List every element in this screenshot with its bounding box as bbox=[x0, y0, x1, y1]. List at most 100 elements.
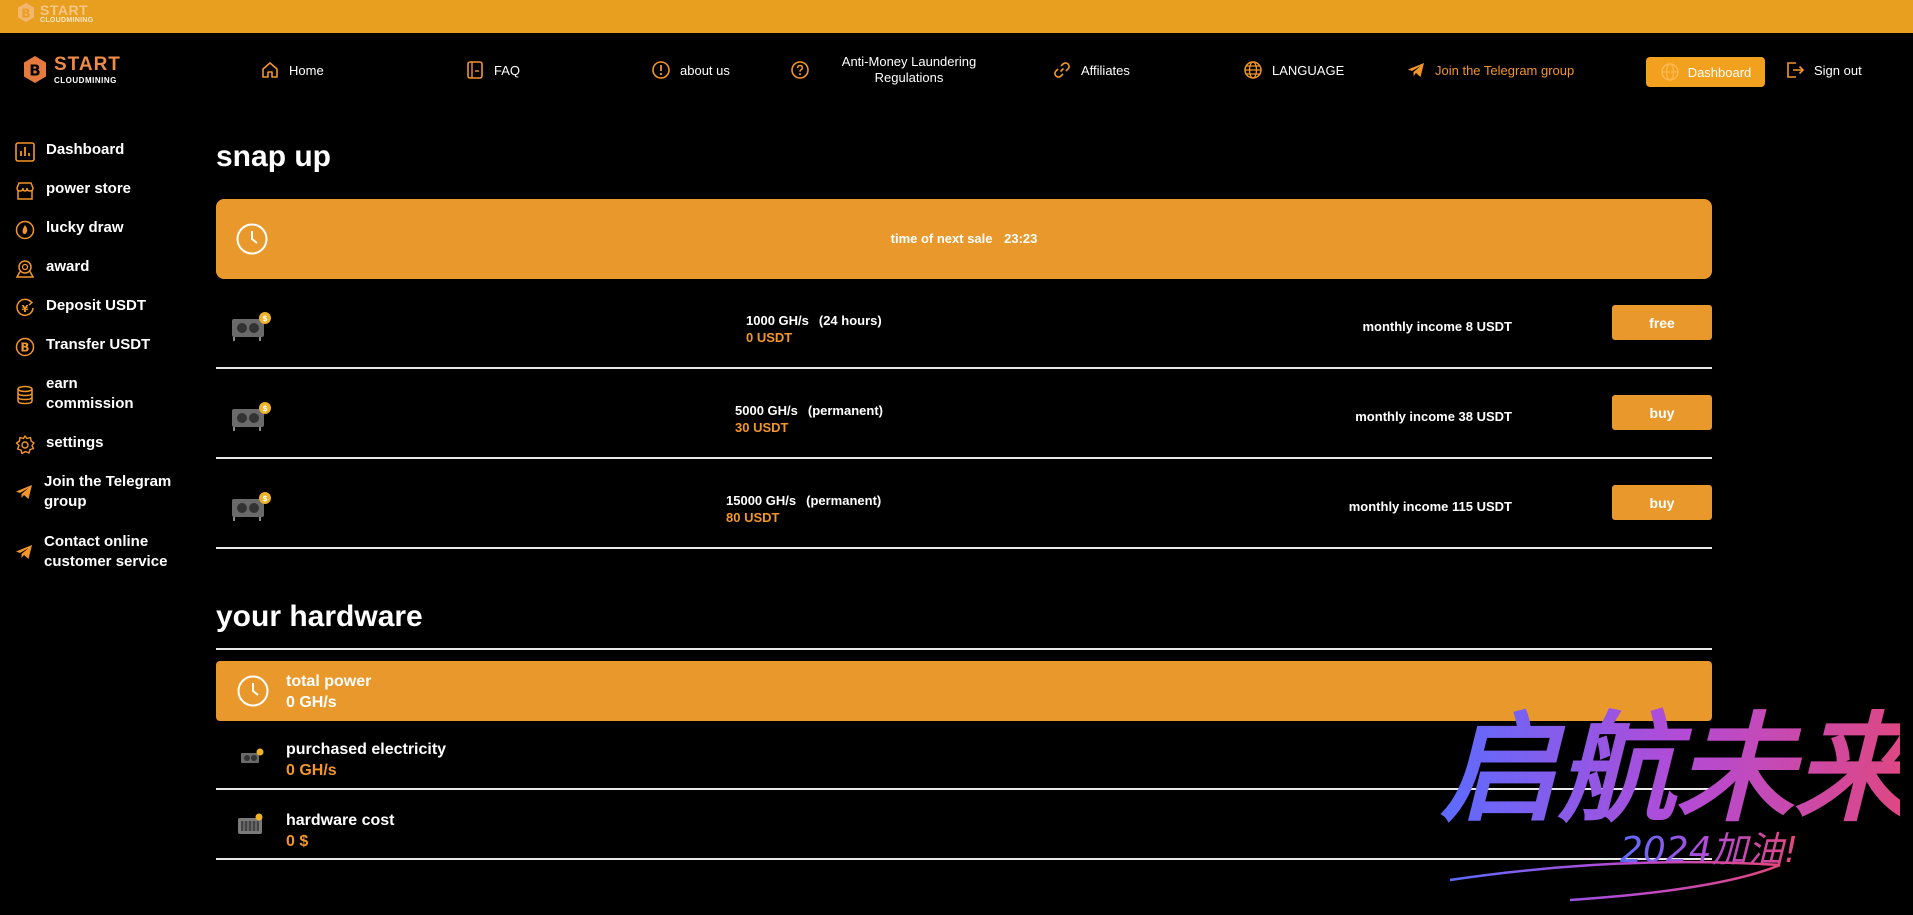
sidebar-item-dashboard[interactable]: Dashboard bbox=[14, 140, 124, 163]
bitcoin-icon: B bbox=[24, 56, 46, 83]
product-row: $ 1000 GH/s (24 hours) 0 USDT monthly inc… bbox=[216, 279, 1712, 369]
sidebar-item-telegram[interactable]: Join the Telegram group bbox=[14, 472, 184, 512]
sidebar-item-label: award bbox=[46, 258, 90, 275]
faq-icon bbox=[467, 61, 483, 79]
next-sale-label: time of next sale bbox=[890, 231, 993, 246]
home-icon bbox=[262, 62, 278, 78]
buy-button[interactable]: buy bbox=[1612, 485, 1712, 520]
hardware-icon bbox=[238, 813, 263, 834]
sidebar-item-label: Transfer USDT bbox=[46, 336, 151, 353]
telegram-icon bbox=[16, 545, 32, 559]
nav-language-label: LANGUAGE bbox=[1272, 62, 1345, 78]
question-icon bbox=[791, 61, 809, 79]
section-divider bbox=[216, 648, 1712, 650]
sidebar-item-settings[interactable]: settings bbox=[14, 433, 104, 456]
link-icon bbox=[1054, 62, 1070, 78]
your-hardware-title: your hardware bbox=[216, 600, 423, 633]
nav-signout-label: Sign out bbox=[1814, 62, 1862, 78]
telegram-icon bbox=[1408, 63, 1424, 77]
sidebar-item-power-store[interactable]: power store bbox=[14, 179, 131, 202]
hardware-cost-value: 0 $ bbox=[286, 833, 309, 850]
svg-text:$: $ bbox=[262, 494, 268, 503]
nav-about-label: about us bbox=[680, 62, 730, 78]
product-row: $ 5000 GH/s (permanent) 30 USDT monthly i… bbox=[216, 369, 1712, 459]
purchased-electricity-label: purchased electricity bbox=[286, 741, 447, 758]
svg-text:B: B bbox=[20, 341, 29, 355]
next-sale-banner: time of next sale 23:23 bbox=[216, 199, 1712, 279]
product-price: 80 USDT bbox=[726, 510, 780, 525]
product-row: $ 15000 GH/s (permanent) 80 USDT monthly … bbox=[216, 459, 1712, 549]
top-brand-subtitle: CLOUDMINING bbox=[40, 16, 94, 24]
purchased-electricity-value: 0 GH/s bbox=[286, 762, 337, 779]
product-income: monthly income 8 USDT bbox=[1362, 319, 1512, 334]
next-sale-countdown: 23:23 bbox=[1004, 231, 1038, 246]
nav-telegram-label: Join the Telegram group bbox=[1435, 62, 1575, 78]
sidebar-item-label: Deposit USDT bbox=[46, 297, 147, 314]
sidebar-item-commission[interactable]: earn commission bbox=[14, 374, 134, 414]
nav-faq-label: FAQ bbox=[494, 62, 521, 78]
mining-gpu-icon: $ bbox=[232, 312, 271, 341]
sidebar-item-lucky-draw[interactable]: lucky draw bbox=[14, 218, 124, 241]
row-divider bbox=[216, 788, 1712, 790]
dashboard-button[interactable]: Dashboard bbox=[1646, 57, 1765, 87]
brand-subtitle: CLOUDMINING bbox=[54, 76, 117, 85]
top-logo[interactable]: B START CLOUDMINING bbox=[16, 2, 93, 24]
nav-affiliates-label: Affiliates bbox=[1081, 62, 1130, 78]
buy-button[interactable]: buy bbox=[1612, 395, 1712, 430]
sidebar-item-label: Dashboard bbox=[46, 141, 125, 158]
nav-telegram[interactable]: Join the Telegram group bbox=[1406, 55, 1574, 85]
nav-language[interactable]: LANGUAGE bbox=[1243, 55, 1344, 85]
product-spec: 5000 GH/s bbox=[735, 403, 798, 418]
product-duration: (24 hours) bbox=[818, 313, 882, 328]
nav-home[interactable]: Home bbox=[260, 55, 324, 85]
free-button[interactable]: free bbox=[1612, 305, 1712, 340]
svg-text:¥: ¥ bbox=[22, 304, 29, 315]
nav-affiliates[interactable]: Affiliates bbox=[1052, 55, 1130, 85]
clock-icon bbox=[237, 675, 269, 707]
sidebar-item-label: Join the Telegram group bbox=[44, 473, 172, 510]
bitcoin-circle-icon: B bbox=[15, 337, 35, 357]
sidebar-item-transfer[interactable]: B Transfer USDT bbox=[14, 335, 150, 358]
header-nav: B START CLOUDMINING Home FAQ about us An… bbox=[0, 33, 1913, 113]
dashboard-button-label: Dashboard bbox=[1687, 64, 1752, 80]
nav-home-label: Home bbox=[289, 62, 324, 78]
top-strip: B START CLOUDMINING bbox=[0, 0, 1913, 33]
database-icon bbox=[17, 385, 33, 405]
sidebar-item-deposit[interactable]: ¥ Deposit USDT bbox=[14, 296, 146, 319]
sidebar-item-label: Contact online customer service bbox=[44, 533, 168, 570]
globe-icon bbox=[1244, 61, 1262, 79]
mining-gpu-icon: $ bbox=[232, 402, 271, 431]
sidebar-item-customer-service[interactable]: Contact online customer service bbox=[14, 532, 194, 572]
hardware-cost-label: hardware cost bbox=[286, 812, 395, 829]
gear-icon bbox=[15, 435, 35, 455]
svg-text:B: B bbox=[21, 7, 30, 21]
nav-faq[interactable]: FAQ bbox=[465, 55, 520, 85]
product-income: monthly income 38 USDT bbox=[1355, 409, 1512, 424]
product-spec: 15000 GH/s bbox=[726, 493, 797, 508]
hardware-cost-row: hardware cost 0 $ bbox=[216, 792, 1712, 860]
info-icon bbox=[652, 61, 670, 79]
snap-up-title: snap up bbox=[216, 140, 332, 173]
sidebar-item-award[interactable]: award bbox=[14, 257, 89, 280]
product-price: 0 USDT bbox=[746, 330, 793, 345]
total-power-value: 0 GH/s bbox=[286, 694, 337, 711]
bitcoin-icon: B bbox=[18, 3, 34, 22]
total-power-label: total power bbox=[286, 673, 372, 690]
product-info: 1000 GH/s (24 hours) 0 USDT bbox=[746, 312, 882, 346]
store-icon bbox=[16, 182, 34, 200]
product-price: 30 USDT bbox=[735, 420, 789, 435]
nav-signout[interactable]: Sign out bbox=[1785, 55, 1862, 85]
svg-text:$: $ bbox=[262, 404, 268, 413]
brand-logo[interactable]: B START CLOUDMINING bbox=[22, 55, 121, 85]
award-icon bbox=[15, 260, 35, 278]
sidebar-item-label: power store bbox=[46, 180, 132, 197]
nav-about[interactable]: about us bbox=[651, 55, 730, 85]
product-income: monthly income 115 USDT bbox=[1348, 499, 1512, 514]
deposit-icon: ¥ bbox=[16, 298, 34, 317]
svg-text:B: B bbox=[29, 62, 40, 80]
product-info: 15000 GH/s (permanent) 80 USDT bbox=[726, 492, 881, 526]
total-power-row: total power 0 GH/s bbox=[216, 661, 1712, 721]
nav-aml[interactable]: Anti-Money Laundering Regulations bbox=[790, 54, 990, 85]
product-duration: (permanent) bbox=[807, 403, 883, 418]
mining-gpu-icon bbox=[241, 748, 264, 763]
